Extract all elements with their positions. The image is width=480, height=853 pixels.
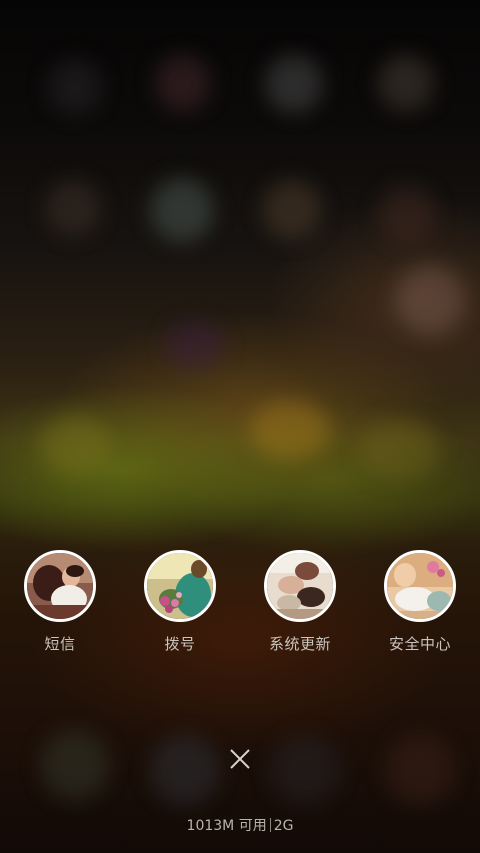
sms-app-icon	[27, 553, 93, 619]
blurred-wallpaper-icon	[385, 735, 455, 805]
blurred-wallpaper-icon	[150, 735, 220, 805]
blurred-wallpaper-icon	[45, 180, 101, 236]
blurred-wallpaper-icon	[150, 178, 214, 242]
system-update-app-icon	[267, 553, 333, 619]
blurred-wallpaper-icon	[155, 55, 211, 111]
blurred-wallpaper-icon	[378, 55, 434, 111]
memory-total: 2G	[273, 818, 294, 834]
blurred-wallpaper-icon	[165, 320, 225, 370]
blurred-wallpaper-icon	[250, 400, 330, 460]
memory-available: 1013M 可用	[186, 818, 267, 834]
recents-screen: 短信 拨号 系统更新 安全中心 1013M 可用 2G	[0, 0, 480, 853]
blurred-wallpaper-icon	[378, 185, 436, 243]
blurred-wallpaper-icon	[262, 180, 322, 240]
recent-app-label: 安全中心	[388, 635, 451, 653]
blurred-wallpaper-icon	[270, 735, 340, 805]
recent-app-dialer[interactable]	[144, 550, 216, 622]
memory-status: 1013M 可用 2G	[0, 815, 480, 835]
recent-app-system-update[interactable]	[264, 550, 336, 622]
memory-divider	[269, 818, 271, 832]
blurred-wallpaper-icon	[40, 415, 110, 475]
dialer-app-icon	[147, 553, 213, 619]
recent-app-sms[interactable]	[24, 550, 96, 622]
close-icon	[230, 749, 250, 769]
blurred-wallpaper-icon	[360, 420, 440, 480]
recent-app-label: 拨号	[164, 635, 196, 653]
close-button[interactable]	[222, 741, 258, 777]
recent-app-label: 系统更新	[268, 635, 331, 653]
blurred-wallpaper-icon	[40, 730, 110, 800]
security-center-app-icon	[387, 553, 453, 619]
blurred-wallpaper-icon	[265, 55, 323, 113]
recent-app-security-center[interactable]	[384, 550, 456, 622]
recent-app-label: 短信	[44, 635, 76, 653]
blurred-wallpaper-icon	[395, 265, 465, 335]
blurred-wallpaper-icon	[48, 60, 102, 114]
